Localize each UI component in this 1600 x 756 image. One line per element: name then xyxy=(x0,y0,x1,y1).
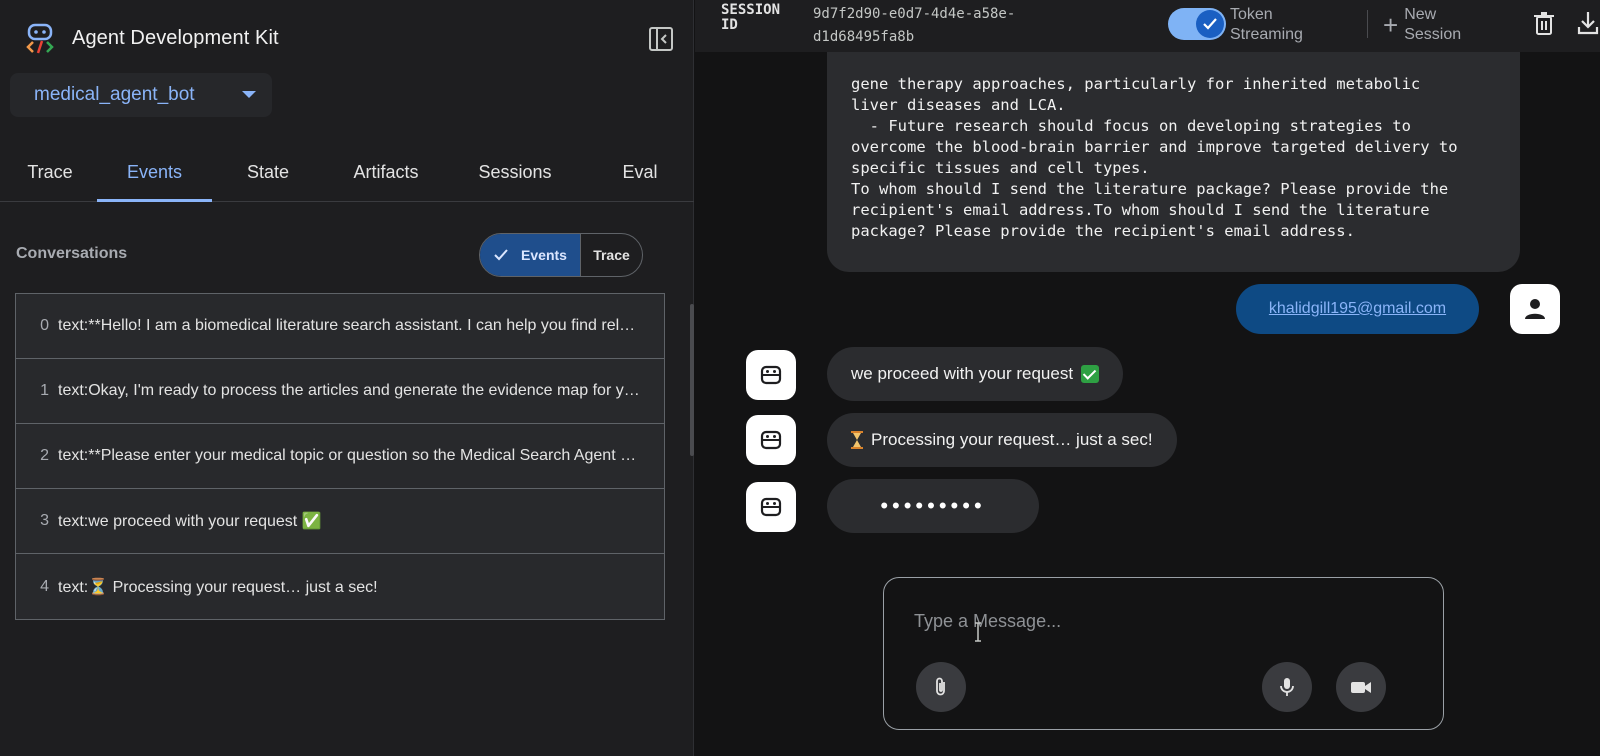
session-id-label: SESSION ID xyxy=(721,2,781,33)
user-message-bubble: khalidgill195@gmail.com xyxy=(1236,284,1479,334)
view-toggle: Events Trace xyxy=(479,233,643,277)
event-index: 0 xyxy=(40,317,49,334)
bot-message-bubble: we proceed with your request xyxy=(827,347,1124,401)
video-camera-icon xyxy=(1351,682,1371,693)
bot-message-text: Processing your request… just a sec! xyxy=(871,430,1153,449)
chevron-down-icon xyxy=(242,91,256,98)
toolbar-divider xyxy=(1367,10,1368,38)
bot-message-text: we proceed with your request xyxy=(851,364,1074,383)
check-icon xyxy=(494,249,508,261)
new-session-button[interactable]: + New Session xyxy=(1383,5,1461,45)
toggle-events-button[interactable]: Events xyxy=(480,234,581,276)
switch-knob xyxy=(1196,10,1224,38)
event-row[interactable]: 3 text:we proceed with your request ✅ xyxy=(16,489,664,554)
conversations-label: Conversations xyxy=(16,245,128,262)
tab-state[interactable]: State xyxy=(228,150,308,202)
user-avatar xyxy=(1510,284,1560,334)
event-text: text:**Hello! I am a biomedical literatu… xyxy=(58,317,644,334)
side-panel: Agent Development Kit medical_agent_bot … xyxy=(0,0,694,756)
paperclip-icon xyxy=(936,677,945,696)
new-session-label-line: Session xyxy=(1404,26,1462,43)
toggle-events-label: Events xyxy=(521,247,567,263)
event-index: 3 xyxy=(40,512,49,529)
tab-eval[interactable]: Eval xyxy=(610,150,670,202)
bot-message-text: gene therapy approaches, particularly fo… xyxy=(851,75,1458,240)
download-icon[interactable] xyxy=(1577,11,1599,35)
typing-indicator: ••••••••• xyxy=(880,493,986,518)
agent-select[interactable]: medical_agent_bot xyxy=(10,73,272,117)
session-id-line: 9d7f2d90-e0d7-4d4e-a58e- xyxy=(813,6,1016,22)
hourglass-icon xyxy=(851,431,863,449)
token-streaming-switch[interactable] xyxy=(1168,8,1226,40)
event-row[interactable]: 1 text:Okay, I'm ready to process the ar… xyxy=(16,359,664,424)
bot-avatar xyxy=(746,350,796,400)
robot-icon xyxy=(760,497,782,517)
check-emoji-icon xyxy=(1081,365,1100,383)
sidebar-collapse-icon[interactable] xyxy=(648,26,674,52)
tab-trace[interactable]: Trace xyxy=(10,150,90,202)
new-session-label: New Session xyxy=(1404,5,1461,45)
event-text: text:⏳ Processing your request… just a s… xyxy=(58,578,378,596)
events-list: 0 text:**Hello! I am a biomedical litera… xyxy=(15,293,665,620)
chat-panel: gene therapy approaches, particularly fo… xyxy=(695,0,1600,756)
bot-message-bubble: Processing your request… just a sec! xyxy=(827,413,1177,467)
user-message-email-link[interactable]: khalidgill195@gmail.com xyxy=(1269,300,1446,318)
video-button[interactable] xyxy=(1336,662,1386,712)
new-session-label-line: New xyxy=(1404,6,1437,23)
attach-button[interactable] xyxy=(916,662,966,712)
token-streaming-label: Token Streaming xyxy=(1230,5,1303,45)
microphone-button[interactable] xyxy=(1262,662,1312,712)
toggle-trace-label: Trace xyxy=(593,247,630,263)
person-icon xyxy=(1525,299,1545,319)
bot-avatar xyxy=(746,482,796,532)
brand: Agent Development Kit xyxy=(24,22,279,54)
panel-scrollbar[interactable] xyxy=(690,304,694,456)
text-cursor-icon xyxy=(975,622,981,642)
robot-icon xyxy=(760,430,782,450)
token-streaming-label-line: Token xyxy=(1230,6,1273,23)
event-index: 4 xyxy=(40,577,49,595)
message-input[interactable] xyxy=(914,608,1394,634)
top-bar: SESSION ID 9d7f2d90-e0d7-4d4e-a58e- d1d6… xyxy=(695,0,1600,52)
event-text: text:Okay, I'm ready to process the arti… xyxy=(58,382,644,399)
bot-message-bubble: gene therapy approaches, particularly fo… xyxy=(827,20,1520,272)
session-id-line: d1d68495fa8b xyxy=(813,29,915,45)
adk-logo-icon xyxy=(26,23,54,54)
microphone-icon xyxy=(1280,678,1294,696)
event-text: text:**Please enter your medical topic o… xyxy=(58,447,644,464)
trash-icon[interactable] xyxy=(1533,11,1555,35)
tab-events[interactable]: Events xyxy=(97,150,212,202)
event-row[interactable]: 0 text:**Hello! I am a biomedical litera… xyxy=(16,294,664,359)
event-index: 1 xyxy=(40,382,49,399)
bot-avatar xyxy=(746,415,796,465)
token-streaming-label-line: Streaming xyxy=(1230,26,1303,43)
tab-bar: Trace Events State Artifacts Sessions Ev… xyxy=(0,150,694,202)
session-id-value: 9d7f2d90-e0d7-4d4e-a58e- d1d68495fa8b xyxy=(813,3,1073,49)
event-row[interactable]: 2 text:**Please enter your medical topic… xyxy=(16,424,664,489)
robot-icon xyxy=(760,365,782,385)
toggle-trace-button[interactable]: Trace xyxy=(581,234,642,276)
message-composer xyxy=(883,577,1444,730)
plus-icon: + xyxy=(1383,10,1399,40)
event-index: 2 xyxy=(40,447,49,464)
tab-sessions[interactable]: Sessions xyxy=(463,150,567,202)
check-icon xyxy=(1203,18,1217,30)
app-title: Agent Development Kit xyxy=(72,26,279,49)
typing-indicator-bubble: ••••••••• xyxy=(827,479,1039,533)
tab-artifacts[interactable]: Artifacts xyxy=(340,150,432,202)
event-row[interactable]: 4 text:⏳ Processing your request… just a… xyxy=(16,554,664,619)
agent-select-value: medical_agent_bot xyxy=(34,84,195,105)
event-text: text:we proceed with your request ✅ xyxy=(58,513,322,530)
